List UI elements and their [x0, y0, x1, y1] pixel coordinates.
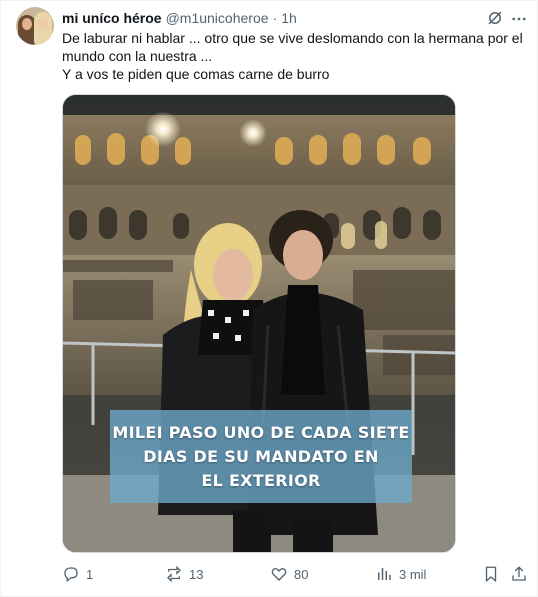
more-icon[interactable]	[510, 10, 528, 28]
like-count: 80	[294, 566, 309, 582]
heart-icon	[271, 567, 287, 581]
like-button[interactable]: 80	[270, 563, 308, 585]
caption-line: MILEI PASO UNO DE CADA SIETE	[112, 423, 410, 442]
tweet-photo[interactable]: MILEI PASO UNO DE CADA SIETE DIAS DE SU …	[62, 94, 456, 553]
views-button[interactable]: 3 mil	[375, 563, 426, 585]
avatar[interactable]	[16, 7, 54, 45]
share-icon	[512, 566, 526, 581]
reply-button[interactable]: 1	[62, 563, 93, 585]
share-button[interactable]	[510, 563, 528, 585]
caption-line: EL EXTERIOR	[201, 471, 321, 490]
photo-caption: MILEI PASO UNO DE CADA SIETE DIAS DE SU …	[111, 421, 411, 493]
reply-icon	[64, 567, 78, 583]
timestamp[interactable]: 1h	[281, 10, 297, 26]
grok-icon[interactable]	[486, 9, 504, 27]
tweet-text-line: Y a vos te piden que comas carne de burr…	[62, 66, 330, 82]
tweet-card[interactable]: mi uníco héroe @m1unicoheroe · 1h De lab…	[0, 0, 538, 597]
author-handle[interactable]: @m1unicoheroe	[166, 10, 269, 26]
views-icon	[378, 568, 391, 580]
tweet-text-line: De laburar ni hablar ... otro que se viv…	[62, 30, 523, 64]
view-count: 3 mil	[399, 566, 427, 582]
repost-icon	[167, 565, 181, 583]
author-name[interactable]: mi uníco héroe	[62, 10, 162, 26]
tweet-text: De laburar ni hablar ... otro que se viv…	[62, 29, 524, 83]
repost-button[interactable]: 13	[165, 563, 203, 585]
caption-line: DIAS DE SU MANDATO EN	[143, 447, 379, 466]
action-bar: 1 13 80 3 mil	[62, 563, 532, 585]
reply-count: 1	[86, 566, 94, 582]
repost-count: 13	[189, 566, 204, 582]
tweet-header: mi uníco héroe @m1unicoheroe · 1h	[62, 8, 297, 28]
separator-dot: ·	[272, 10, 278, 26]
bookmark-button[interactable]	[482, 563, 500, 585]
bookmark-icon	[485, 566, 497, 583]
